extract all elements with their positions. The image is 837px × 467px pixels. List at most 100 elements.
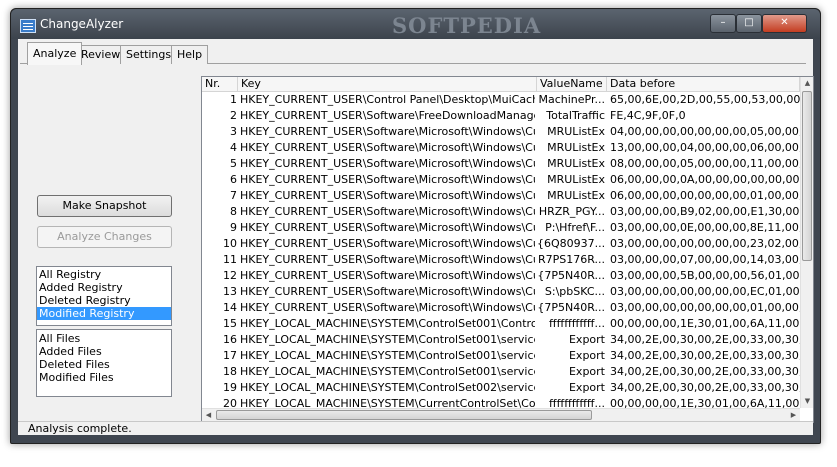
- row-data-before: 03,00,00,00,00,00,00,00,01,00,00,00: [610, 301, 800, 314]
- row-number: 16: [223, 333, 237, 346]
- list-item[interactable]: All Files: [37, 332, 171, 345]
- row-data-before: 08,00,00,00,05,00,00,00,11,00,00,00: [610, 157, 800, 170]
- close-button[interactable]: ✕: [762, 14, 807, 33]
- table-row[interactable]: 12 HKEY_CURRENT_USER\Software\Microsoft\W…: [202, 268, 800, 284]
- list-item[interactable]: Added Registry: [37, 281, 171, 294]
- row-data-before: 34,00,2E,00,30,00,2E,00,33,00,30,00: [610, 381, 800, 394]
- column-header-key[interactable]: Key: [238, 77, 537, 91]
- list-item[interactable]: Added Files: [37, 345, 171, 358]
- vertical-scrollbar[interactable]: ▲ ▼: [800, 77, 813, 408]
- row-data-before: 13,00,00,00,04,00,00,00,06,00,00,00: [610, 141, 800, 154]
- row-number: 12: [223, 269, 237, 282]
- row-number: 7: [230, 189, 237, 202]
- column-header-valuename[interactable]: ValueName: [537, 77, 607, 91]
- row-valuename: MachinePr...: [538, 93, 606, 106]
- row-valuename: HRZR_PGY...: [538, 205, 605, 218]
- row-key: HKEY_CURRENT_USER\Software\Microsoft\Win…: [240, 173, 535, 186]
- horizontal-scrollbar[interactable]: ◀ ▶: [202, 408, 800, 422]
- row-key: HKEY_LOCAL_MACHINE\SYSTEM\ControlSet001\…: [240, 333, 535, 346]
- table-row[interactable]: 8 HKEY_CURRENT_USER\Software\Microsoft\Wi…: [202, 204, 800, 220]
- row-number: 11: [223, 253, 237, 266]
- minimize-button[interactable]: –: [710, 14, 736, 33]
- row-valuename: Export: [568, 381, 605, 394]
- list-item-selected[interactable]: Modified Registry: [37, 307, 171, 320]
- list-item[interactable]: Deleted Registry: [37, 294, 171, 307]
- row-number: 19: [223, 381, 237, 394]
- table-row[interactable]: 5 HKEY_CURRENT_USER\Software\Microsoft\Wi…: [202, 156, 800, 172]
- scroll-down-arrow-icon[interactable]: ▼: [801, 395, 813, 408]
- row-number: 6: [230, 173, 237, 186]
- changes-table[interactable]: Nr. Key ValueName Data before 1 HKEY_CURR…: [201, 76, 814, 423]
- row-valuename: R7PS176R...: [538, 253, 605, 266]
- table-row[interactable]: 14 HKEY_CURRENT_USER\Software\Microsoft\W…: [202, 300, 800, 316]
- row-number: 3: [230, 125, 237, 138]
- row-key: HKEY_CURRENT_USER\Software\Microsoft\Win…: [240, 205, 535, 218]
- make-snapshot-button[interactable]: Make Snapshot: [37, 195, 172, 217]
- row-data-before: 34,00,2E,00,30,00,2E,00,33,00,30,00: [610, 365, 800, 378]
- maximize-button[interactable]: □: [736, 14, 762, 33]
- row-valuename: MRUListEx: [547, 189, 605, 202]
- table-row[interactable]: 10 HKEY_CURRENT_USER\Software\Microsoft\W…: [202, 236, 800, 252]
- row-valuename: {7P5N40R...: [537, 301, 605, 314]
- table-row[interactable]: 2 HKEY_CURRENT_USER\Software\FreeDownload…: [202, 108, 800, 124]
- row-key: HKEY_CURRENT_USER\Software\Microsoft\Win…: [240, 253, 535, 266]
- list-item[interactable]: Modified Files: [37, 371, 171, 384]
- row-valuename: {6Q80937...: [537, 237, 605, 250]
- row-valuename: Export: [568, 333, 605, 346]
- row-valuename: MRUListEx: [547, 157, 605, 170]
- registry-filter-list[interactable]: All Registry Added Registry Deleted Regi…: [36, 266, 172, 326]
- vertical-scroll-thumb[interactable]: [802, 91, 812, 261]
- table-body: 1 HKEY_CURRENT_USER\Control Panel\Desktop…: [202, 92, 800, 408]
- scroll-up-arrow-icon[interactable]: ▲: [801, 77, 813, 90]
- row-number: 13: [223, 285, 237, 298]
- table-row[interactable]: 9 HKEY_CURRENT_USER\Software\Microsoft\Wi…: [202, 220, 800, 236]
- tab-settings[interactable]: Settings: [120, 45, 178, 64]
- table-row[interactable]: 6 HKEY_CURRENT_USER\Software\Microsoft\Wi…: [202, 172, 800, 188]
- row-key: HKEY_CURRENT_USER\Software\Microsoft\Win…: [240, 269, 535, 282]
- table-row[interactable]: 13 HKEY_CURRENT_USER\Software\Microsoft\W…: [202, 284, 800, 300]
- list-item[interactable]: Deleted Files: [37, 358, 171, 371]
- table-row[interactable]: 7 HKEY_CURRENT_USER\Software\Microsoft\Wi…: [202, 188, 800, 204]
- row-number: 15: [223, 317, 237, 330]
- row-key: HKEY_CURRENT_USER\Software\Microsoft\Win…: [240, 221, 535, 234]
- row-number: 14: [223, 301, 237, 314]
- row-data-before: 03,00,00,00,00,00,00,00,23,02,00,00: [610, 237, 800, 250]
- table-row[interactable]: 19 HKEY_LOCAL_MACHINE\SYSTEM\ControlSet00…: [202, 380, 800, 396]
- row-data-before: 06,00,00,00,0A,00,00,00,00,00,00,00: [610, 173, 800, 186]
- row-valuename: ffffffffffff...: [549, 317, 605, 330]
- horizontal-scroll-thumb[interactable]: [216, 410, 592, 420]
- tab-analyze[interactable]: Analyze: [27, 42, 83, 65]
- table-row[interactable]: 17 HKEY_LOCAL_MACHINE\SYSTEM\ControlSet00…: [202, 348, 800, 364]
- row-key: HKEY_LOCAL_MACHINE\SYSTEM\ControlSet001\…: [240, 349, 535, 362]
- row-data-before: FE,4C,9F,0F,0: [610, 109, 686, 122]
- tab-help[interactable]: Help: [171, 45, 209, 64]
- table-row[interactable]: 1 HKEY_CURRENT_USER\Control Panel\Desktop…: [202, 92, 800, 108]
- table-row[interactable]: 3 HKEY_CURRENT_USER\Software\Microsoft\Wi…: [202, 124, 800, 140]
- table-row[interactable]: 4 HKEY_CURRENT_USER\Software\Microsoft\Wi…: [202, 140, 800, 156]
- row-number: 8: [230, 205, 237, 218]
- row-valuename: MRUListEx: [547, 173, 605, 186]
- row-number: 9: [230, 221, 237, 234]
- watermark: SOFTPEDIA: [392, 13, 542, 38]
- row-valuename: Export: [568, 349, 605, 362]
- table-row[interactable]: 18 HKEY_LOCAL_MACHINE\SYSTEM\ControlSet00…: [202, 364, 800, 380]
- table-row[interactable]: 11 HKEY_CURRENT_USER\Software\Microsoft\W…: [202, 252, 800, 268]
- row-data-before: 06,00,00,00,00,00,00,00,01,00,00,00: [610, 189, 800, 202]
- app-window: ChangeAlyzer SOFTPEDIA – □ ✕ Analyze Rev…: [10, 8, 821, 444]
- status-bar: Analysis complete.: [18, 421, 813, 435]
- row-key: HKEY_CURRENT_USER\Software\Microsoft\Win…: [240, 237, 535, 250]
- row-key: HKEY_LOCAL_MACHINE\SYSTEM\ControlSet002\…: [240, 381, 535, 394]
- column-header-nr[interactable]: Nr.: [202, 77, 238, 91]
- table-row[interactable]: 20 HKEY_LOCAL_MACHINE\SYSTEM\CurrentContr…: [202, 396, 800, 408]
- analyze-changes-button[interactable]: Analyze Changes: [37, 226, 172, 248]
- column-header-data-before[interactable]: Data before: [607, 77, 800, 91]
- client-area: Analyze Review Settings Help Make Snapsh…: [18, 39, 814, 435]
- row-valuename: MRUListEx: [547, 141, 605, 154]
- title-bar[interactable]: ChangeAlyzer SOFTPEDIA – □ ✕: [11, 9, 820, 39]
- list-item[interactable]: All Registry: [37, 268, 171, 281]
- table-row[interactable]: 15 HKEY_LOCAL_MACHINE\SYSTEM\ControlSet00…: [202, 316, 800, 332]
- tab-review[interactable]: Review: [75, 45, 127, 64]
- table-row[interactable]: 16 HKEY_LOCAL_MACHINE\SYSTEM\ControlSet00…: [202, 332, 800, 348]
- file-filter-list[interactable]: All Files Added Files Deleted Files Modi…: [36, 329, 172, 397]
- row-valuename: ffffffffffff...: [549, 397, 605, 408]
